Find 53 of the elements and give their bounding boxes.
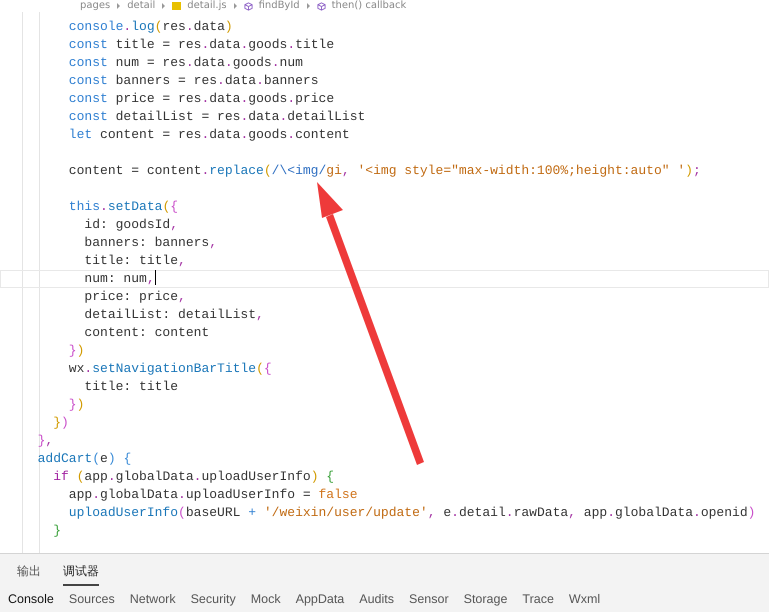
- code-line: banners: banners,: [83, 234, 218, 252]
- devtools-tab[interactable]: Storage: [460, 592, 518, 606]
- code-line: app.globalData.uploadUserInfo = false: [68, 486, 358, 504]
- devtools-tab[interactable]: Security: [186, 592, 247, 606]
- code-line: }: [52, 522, 62, 540]
- breadcrumb-item[interactable]: findById: [258, 0, 300, 12]
- chevron-icon: [232, 3, 238, 9]
- code-line: const num = res.data.goods.num: [68, 54, 303, 72]
- code-line: }): [52, 414, 69, 432]
- devtools-tab[interactable]: Trace: [518, 592, 565, 606]
- panel-tab[interactable]: 输出: [17, 562, 41, 586]
- devtools-tab[interactable]: Network: [126, 592, 187, 606]
- code-line: addCart(e) {: [36, 450, 132, 468]
- chevron-icon: [116, 3, 122, 9]
- devtools-tab[interactable]: AppData: [292, 592, 356, 606]
- code-line: const detailList = res.data.detailList: [68, 108, 366, 126]
- code-line: wx.setNavigationBarTitle({: [68, 360, 272, 378]
- code-line: title: title,: [83, 252, 186, 270]
- code-line: id: goodsId,: [83, 216, 178, 234]
- text-cursor: [154, 270, 156, 285]
- chevron-icon: [306, 3, 311, 9]
- devtools-tab[interactable]: Wxml: [564, 592, 612, 606]
- devtools-tab[interactable]: Sources: [64, 592, 126, 606]
- devtools-tab[interactable]: Console: [4, 592, 65, 606]
- js-file-icon: [172, 2, 182, 10]
- devtools-tab[interactable]: Audits: [355, 592, 406, 606]
- breadcrumb-item[interactable]: then() callback: [332, 0, 406, 12]
- panel-tab[interactable]: 调试器: [63, 562, 99, 586]
- breadcrumb-item[interactable]: detail.js: [187, 0, 227, 12]
- code-line: }): [68, 342, 84, 360]
- code-line: detailList: detailList,: [83, 306, 264, 324]
- code-line: price: price,: [83, 288, 186, 306]
- code-line: },: [36, 432, 54, 450]
- breadcrumb-item[interactable]: detail: [127, 0, 156, 12]
- code-line: this.setData({: [68, 198, 178, 216]
- code-line: num: num,: [83, 270, 155, 288]
- code-line: uploadUserInfo(baseURL + '/weixin/user/update', e.detail.rawData, app.globalData.openid): [68, 504, 756, 522]
- code-line: if (app.globalData.uploadUserInfo) {: [52, 468, 334, 486]
- cube-icon: [244, 2, 253, 10]
- code-line: let content = res.data.goods.content: [68, 126, 350, 144]
- code-line: content: content: [83, 324, 210, 342]
- code-line: const price = res.data.goods.price: [68, 90, 334, 108]
- code-line: }): [68, 396, 84, 414]
- code-line: content = content.replace(/\<img/gi, '<img style="max-width:100%;height:auto" ');: [68, 162, 701, 180]
- cube-icon: [316, 2, 326, 10]
- devtools-tab[interactable]: Sensor: [405, 592, 460, 606]
- code-line: const banners = res.data.banners: [68, 72, 318, 90]
- code-line: console.log(res.data): [68, 18, 233, 36]
- code-line: const title = res.data.goods.title: [68, 36, 334, 54]
- devtools-tab[interactable]: Mock: [246, 592, 292, 606]
- chevron-icon: [161, 3, 166, 9]
- breadcrumb-item[interactable]: pages: [80, 0, 110, 12]
- code-line: title: title: [83, 378, 178, 396]
